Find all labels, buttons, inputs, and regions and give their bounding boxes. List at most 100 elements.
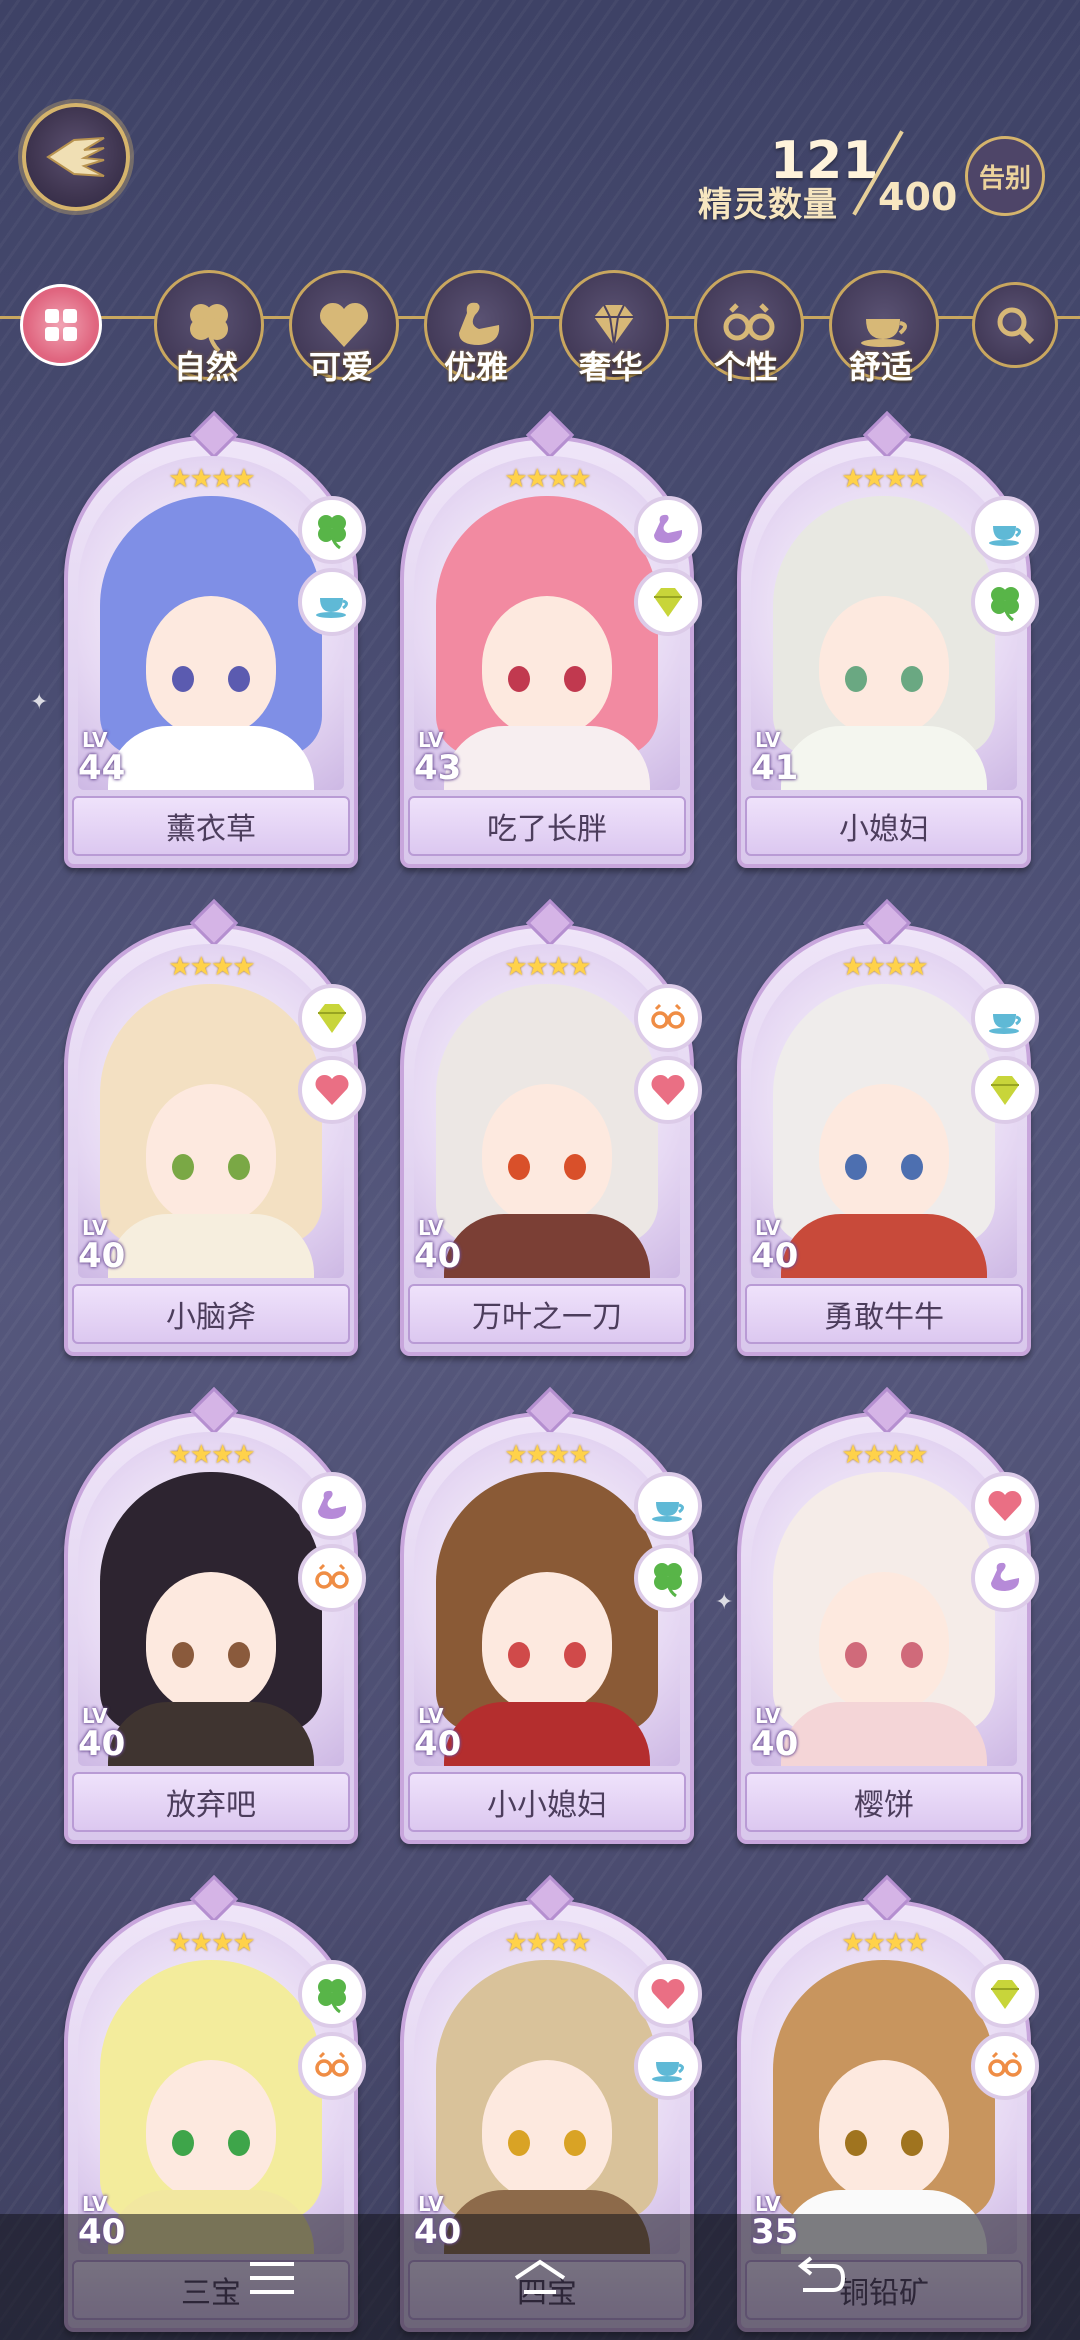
trait-badge: [634, 1056, 702, 1124]
trait-badge: [634, 1544, 702, 1612]
portrait-eye: [172, 1154, 194, 1180]
trait-badge: [971, 568, 1039, 636]
tab-all[interactable]: [20, 284, 102, 366]
spirit-name: 放弃吧: [72, 1772, 350, 1832]
wing-back-icon: [46, 137, 105, 177]
tab-cute-label: 可爱: [308, 348, 373, 386]
home-button[interactable]: [500, 2238, 580, 2318]
star-rating: ★★★★: [841, 1928, 928, 1958]
spirit-card[interactable]: ★★★★ LV 41 小媳妇: [737, 410, 1039, 868]
trait-badge: [971, 1544, 1039, 1612]
spirit-name: 万叶之一刀: [408, 1284, 686, 1344]
trait-badge: [298, 984, 366, 1052]
back-icon: [797, 2256, 846, 2292]
trait-badge: [298, 1960, 366, 2028]
teacup-icon: [652, 2062, 684, 2082]
grid-icon: [45, 309, 77, 341]
portrait-face: [146, 1572, 276, 1712]
spirit-card[interactable]: ★★★★ LV 40 放弃吧: [64, 1386, 366, 1844]
spirit-card[interactable]: ★★★★ LV 40 小小媳妇: [400, 1386, 702, 1844]
portrait-eye: [172, 2130, 194, 2156]
sparkle-icon: ✦: [30, 690, 49, 715]
portrait-eye: [508, 666, 530, 692]
diamond-icon: [991, 1980, 1019, 2009]
heart-icon: [651, 1978, 685, 2009]
portrait-face: [819, 1084, 949, 1224]
card-crown: [862, 1874, 912, 1924]
portrait-face: [819, 2060, 949, 2200]
spirit-name: 小脑斧: [72, 1284, 350, 1344]
portrait-eye: [901, 2130, 923, 2156]
portrait-face: [146, 1084, 276, 1224]
heart-icon: [651, 1074, 685, 1105]
tab-comfort-label: 舒适: [848, 348, 913, 386]
spirit-card[interactable]: ★★★★ LV 40 小脑斧: [64, 898, 366, 1356]
trait-badge: [971, 1472, 1039, 1540]
search-icon: [997, 307, 1035, 345]
portrait-face: [482, 1572, 612, 1712]
farewell-button[interactable]: 告别: [965, 136, 1045, 216]
star-rating: ★★★★: [841, 952, 928, 982]
clover-icon: [654, 1563, 682, 1598]
diamond-icon: [654, 588, 682, 617]
glasses-icon: [315, 1563, 349, 1589]
level-indicator: LV 41: [745, 728, 798, 788]
portrait-outfit: [781, 1214, 987, 1278]
trait-badge: [634, 1472, 702, 1540]
spirit-name: 吃了长胖: [408, 796, 686, 856]
trait-badge: [298, 568, 366, 636]
portrait-face: [819, 596, 949, 736]
clover-icon: [318, 1979, 346, 2014]
spirit-name: 勇敢牛牛: [745, 1284, 1023, 1344]
level-indicator: LV 40: [72, 1704, 125, 1764]
swan-icon: [318, 1490, 347, 1519]
portrait-outfit: [781, 1702, 987, 1766]
menu-icon: [250, 2262, 294, 2294]
portrait-outfit: [108, 726, 314, 790]
spirit-card[interactable]: ★★★★ LV 40 万叶之一刀: [400, 898, 702, 1356]
spirit-name: 薰衣草: [72, 796, 350, 856]
search-button[interactable]: [972, 282, 1058, 368]
card-crown: [189, 1386, 239, 1436]
spirit-card[interactable]: ★★★★ LV 40 樱饼: [737, 1386, 1039, 1844]
spirit-count: 121 精灵数量 400: [690, 125, 960, 225]
spirit-name: 小媳妇: [745, 796, 1023, 856]
level-indicator: LV 35: [745, 2192, 798, 2252]
portrait-face: [819, 1572, 949, 1712]
portrait-eye: [845, 666, 867, 692]
teacup-icon: [989, 526, 1021, 546]
portrait-eye: [228, 2130, 250, 2156]
portrait-eye: [508, 1642, 530, 1668]
level-indicator: LV 40: [408, 2192, 461, 2252]
swan-icon: [991, 1562, 1020, 1591]
star-rating: ★★★★: [168, 1928, 255, 1958]
level-value: 43: [414, 748, 462, 788]
portrait-eye: [172, 1642, 194, 1668]
portrait-eye: [845, 1154, 867, 1180]
back-button[interactable]: [22, 103, 130, 211]
card-crown: [525, 898, 575, 948]
level-value: 40: [751, 1724, 799, 1764]
diamond-icon: [991, 1076, 1019, 1105]
spirit-card[interactable]: ★★★★ LV 40 勇敢牛牛: [737, 898, 1039, 1356]
portrait-eye: [564, 2130, 586, 2156]
spirit-card[interactable]: ★★★★ LV 43 吃了长胖: [400, 410, 702, 868]
menu-button[interactable]: [232, 2238, 312, 2318]
portrait-eye: [564, 1154, 586, 1180]
trait-badge: [971, 984, 1039, 1052]
teacup-icon: [316, 598, 348, 618]
trait-badge: [634, 1960, 702, 2028]
trait-badge: [971, 2032, 1039, 2100]
tab-luxury-label: 奢华: [578, 348, 643, 386]
portrait-eye: [228, 666, 250, 692]
level-value: 41: [751, 748, 799, 788]
portrait-eye: [564, 1642, 586, 1668]
spirit-card[interactable]: ★★★★ LV 44 薰衣草: [64, 410, 366, 868]
card-crown: [525, 1874, 575, 1924]
portrait-eye: [845, 1642, 867, 1668]
portrait-outfit: [108, 1214, 314, 1278]
portrait-outfit: [444, 726, 650, 790]
trait-badge: [634, 2032, 702, 2100]
spirit-count-label: 精灵数量: [698, 185, 838, 225]
glasses-icon: [315, 2051, 349, 2077]
